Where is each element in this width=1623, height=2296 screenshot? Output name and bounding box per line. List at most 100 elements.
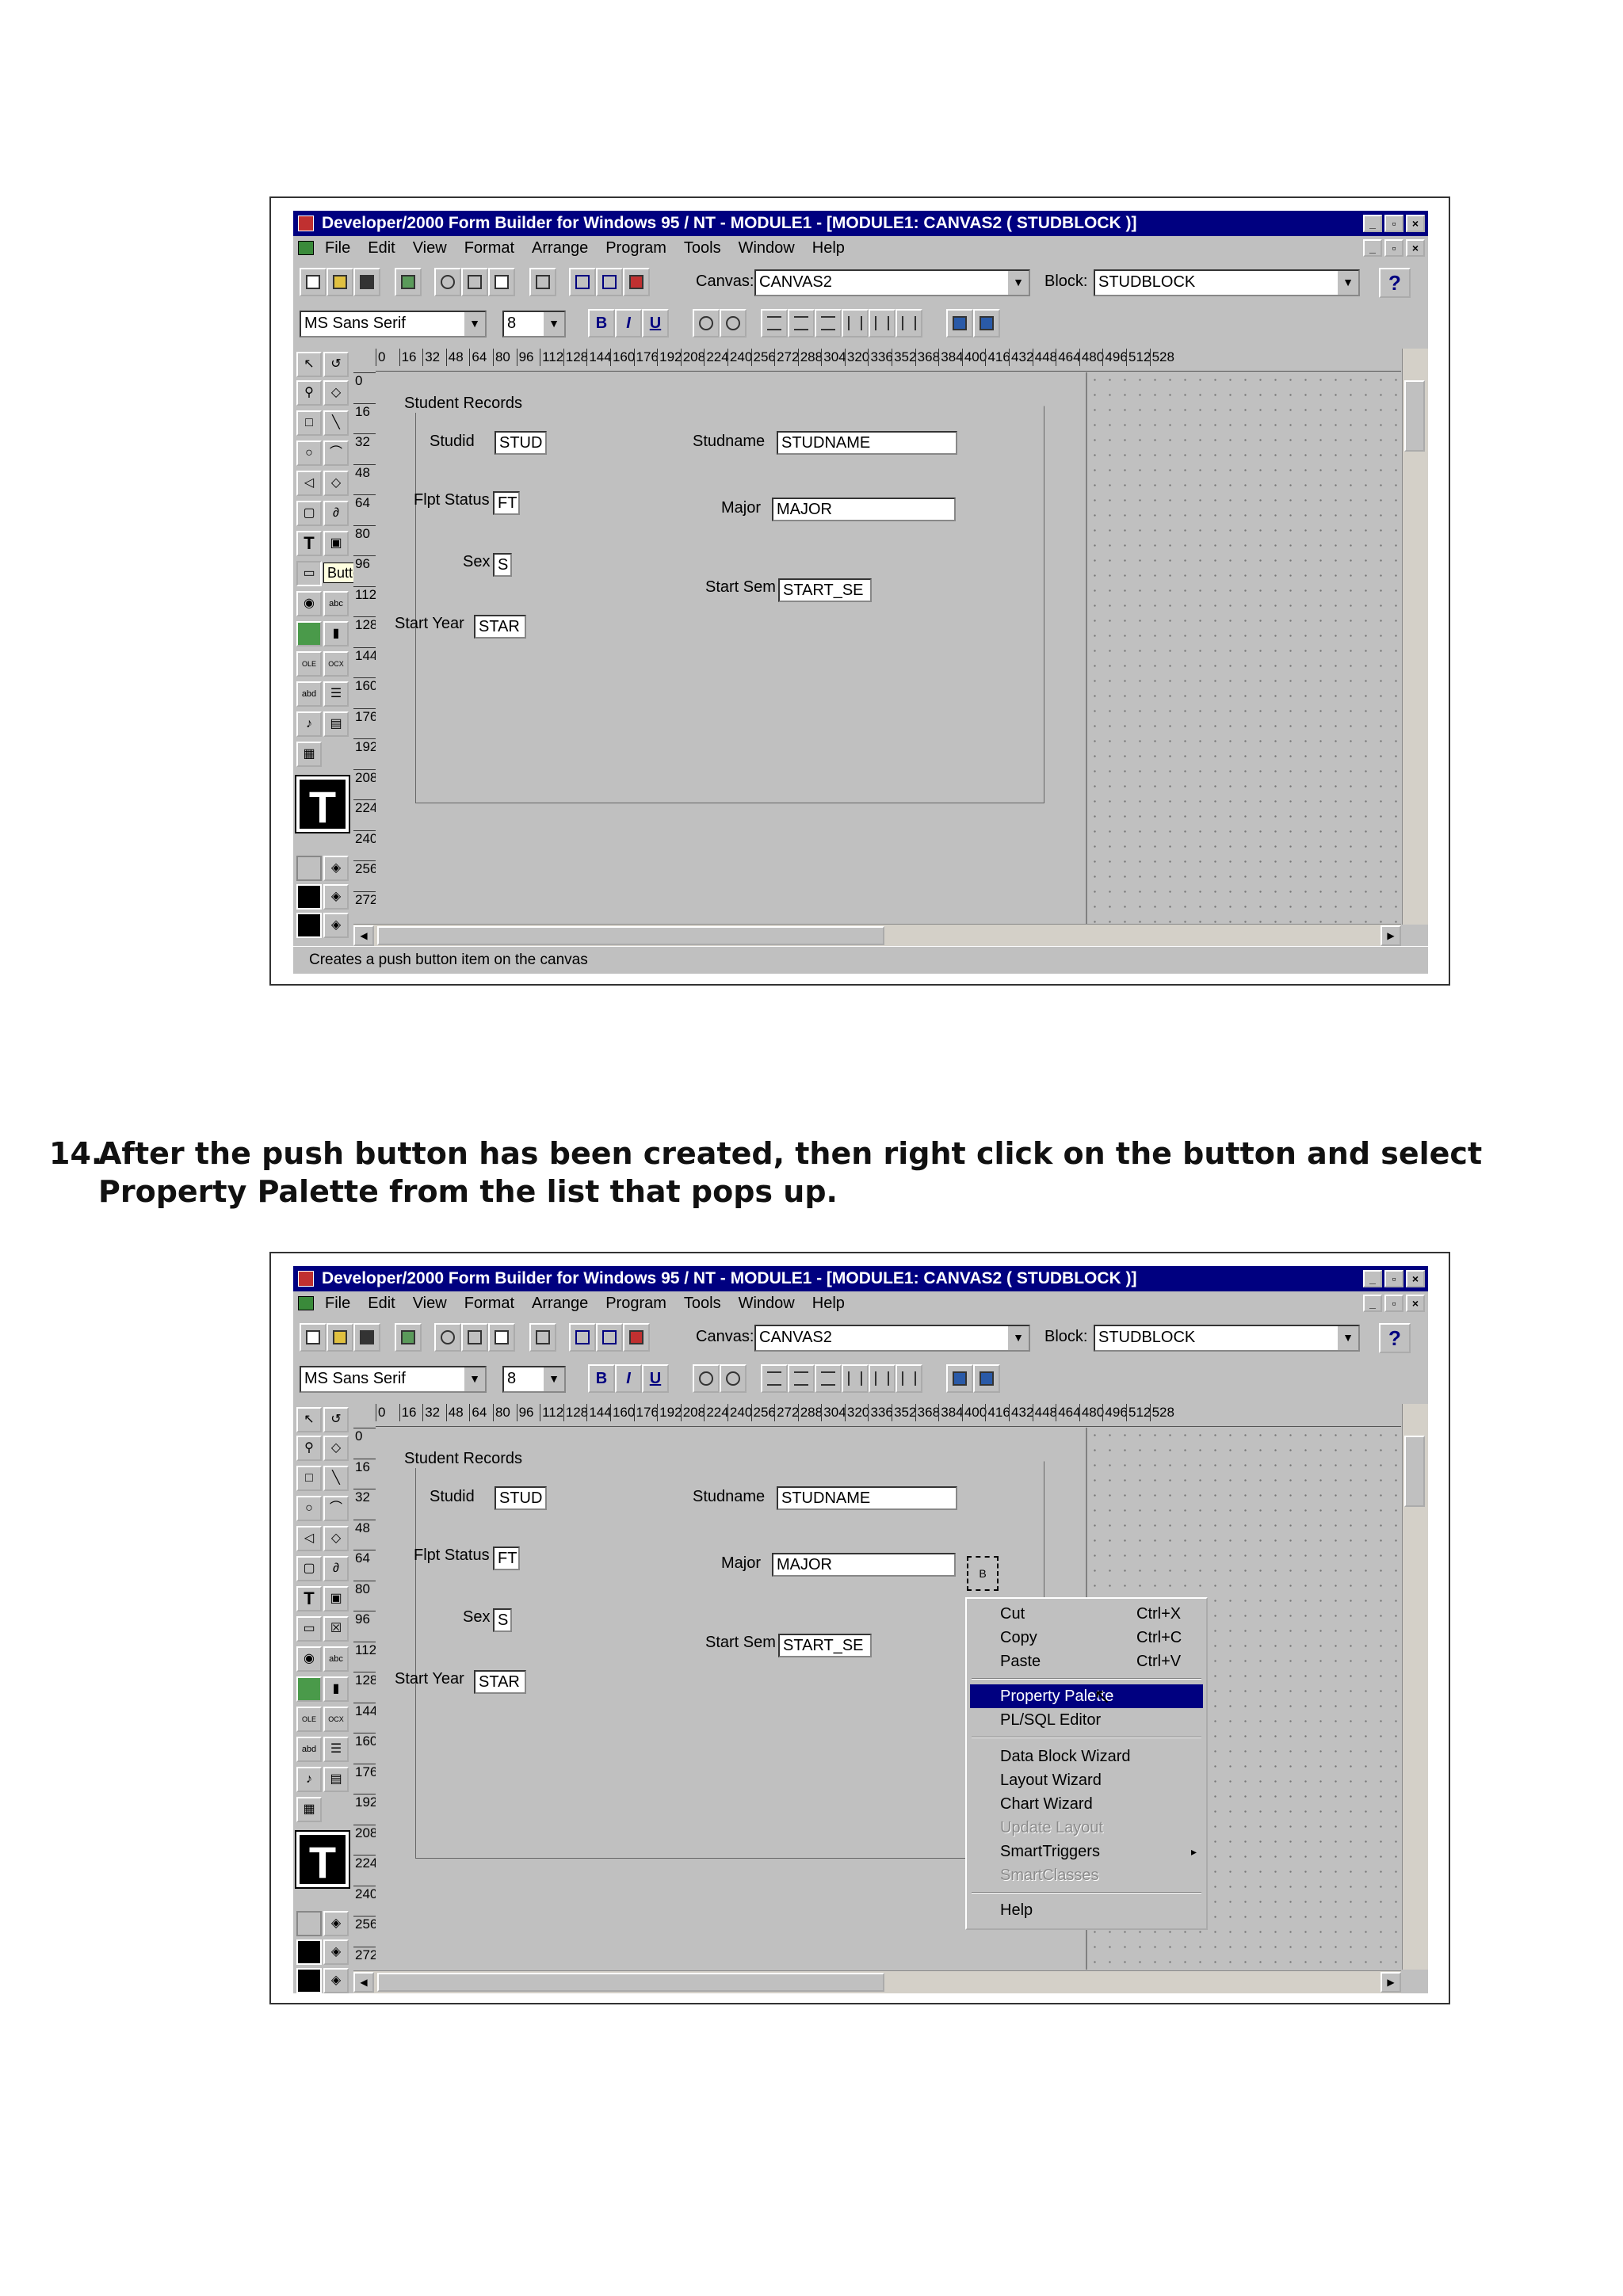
line-icon[interactable]: ╲ [323, 410, 349, 436]
ocx-tool-icon[interactable]: OCX [323, 651, 349, 677]
send-back-icon[interactable] [973, 309, 1000, 338]
bring-front-icon[interactable] [946, 309, 973, 338]
align-left-icon[interactable] [761, 1364, 788, 1393]
startsem-field[interactable]: START_SE [778, 578, 872, 602]
freehand-icon[interactable]: ∂ [323, 501, 349, 526]
menu-window[interactable]: Window [739, 236, 795, 260]
chevron-down-icon[interactable]: ▼ [1006, 271, 1029, 295]
sex-field[interactable]: S [493, 553, 512, 577]
open-icon[interactable] [327, 268, 353, 296]
bold-button[interactable]: B [588, 1364, 615, 1393]
scroll-right-icon[interactable]: ▶ [1381, 1972, 1401, 1993]
fill-color-icon[interactable]: ◈ [323, 856, 349, 881]
layout-canvas[interactable]: Student Records Studid STUD Studname STU… [376, 372, 1087, 925]
fpst-field[interactable]: FT [493, 491, 520, 515]
textitem-tool-icon[interactable]: abc [323, 591, 349, 616]
studname-field[interactable]: STUDNAME [777, 1486, 957, 1510]
ole-tool-icon[interactable]: OLE [296, 1707, 322, 1732]
menu-item-copy[interactable]: Copy Ctrl+C [970, 1626, 1203, 1650]
close-button[interactable]: × [1406, 215, 1425, 232]
align-right-icon[interactable] [815, 1364, 842, 1393]
cut-icon[interactable] [434, 268, 461, 296]
align-top-icon[interactable] [842, 309, 869, 338]
fill-color-icon[interactable]: ◈ [323, 1911, 349, 1936]
arc-icon[interactable]: ⌒ [323, 1496, 349, 1521]
studid-field[interactable]: STUD [495, 431, 547, 455]
list-tool-icon[interactable]: ☰ [323, 1737, 349, 1762]
close-button[interactable]: × [1406, 1270, 1425, 1287]
sound-tool-icon[interactable]: ♪ [296, 711, 322, 737]
paste-icon[interactable] [488, 268, 515, 296]
save-icon[interactable] [353, 268, 380, 296]
frame-tool-icon[interactable]: ▣ [323, 531, 349, 556]
new-icon[interactable] [300, 268, 327, 296]
menu-item-layout-wizard[interactable]: Layout Wizard [970, 1768, 1203, 1792]
align-bottom-icon[interactable] [896, 1364, 922, 1393]
scroll-right-icon[interactable]: ▶ [1381, 925, 1401, 946]
menu-help[interactable]: Help [812, 236, 845, 260]
menu-item-plsql-editor[interactable]: PL/SQL Editor [970, 1708, 1203, 1732]
stacked-canvas-icon[interactable]: ▦ [296, 742, 322, 767]
reshape-icon[interactable]: ◇ [323, 380, 349, 406]
zoom-in-icon[interactable] [693, 309, 720, 338]
minimize-button[interactable]: _ [1363, 215, 1382, 232]
menu-view[interactable]: View [413, 236, 447, 260]
ocx-tool-icon[interactable]: OCX [323, 1707, 349, 1732]
bold-button[interactable]: B [588, 309, 615, 338]
menu-item-help[interactable]: Help [970, 1898, 1203, 1922]
chart-icon[interactable] [623, 268, 650, 296]
horizontal-scroll-thumb[interactable] [377, 1973, 884, 1992]
help-icon[interactable]: ? [1379, 1323, 1411, 1353]
menu-format[interactable]: Format [464, 236, 514, 260]
menu-window[interactable]: Window [739, 1291, 795, 1315]
button-tool-icon[interactable]: ▭ [296, 1616, 322, 1642]
align-left-icon[interactable] [761, 309, 788, 338]
vertical-scrollbar[interactable] [1402, 1404, 1428, 1970]
studname-field[interactable]: STUDNAME [777, 431, 957, 455]
chevron-down-icon[interactable]: ▼ [542, 312, 564, 336]
block-select[interactable]: STUDBLOCK ▼ [1094, 269, 1360, 296]
menu-item-data-block-wizard[interactable]: Data Block Wizard [970, 1745, 1203, 1768]
chart-tool-icon[interactable]: ▮ [323, 621, 349, 646]
chart-icon[interactable] [623, 1323, 650, 1352]
freehand-icon[interactable]: ∂ [323, 1556, 349, 1581]
rotate-icon[interactable]: ↺ [323, 1407, 349, 1432]
frame-tool-icon[interactable]: ▣ [323, 1586, 349, 1611]
menu-tools[interactable]: Tools [684, 236, 721, 260]
horizontal-scroll-thumb[interactable] [377, 926, 884, 945]
magnify-icon[interactable]: ⚲ [296, 1436, 322, 1461]
menu-program[interactable]: Program [605, 1291, 666, 1315]
maximize-button[interactable]: ▫ [1384, 1270, 1403, 1287]
chevron-down-icon[interactable]: ▼ [463, 1367, 485, 1391]
magnify-icon[interactable]: ⚲ [296, 380, 322, 406]
maximize-button[interactable]: ▫ [1384, 215, 1403, 232]
line-color-icon[interactable]: ◈ [323, 1939, 349, 1965]
text-color-swatch[interactable] [296, 1968, 322, 1993]
wizard-icon[interactable] [596, 1323, 623, 1352]
chevron-down-icon[interactable]: ▼ [1336, 271, 1358, 295]
sex-field[interactable]: S [493, 1608, 512, 1632]
line-color-icon[interactable]: ◈ [323, 884, 349, 910]
menu-file[interactable]: File [325, 236, 350, 260]
run-icon[interactable] [395, 1323, 422, 1352]
student-records-frame[interactable] [415, 1461, 1044, 1859]
italic-button[interactable]: I [615, 1364, 642, 1393]
editor-icon[interactable] [569, 1323, 596, 1352]
reshape-icon[interactable]: ◇ [323, 1436, 349, 1461]
doc-minimize-button[interactable]: _ [1363, 1295, 1382, 1312]
rounded-rect-icon[interactable]: ▢ [296, 1556, 322, 1581]
select-icon[interactable]: ↖ [296, 1407, 322, 1432]
fill-color-swatch[interactable] [296, 1911, 322, 1936]
checkbox-tool-icon[interactable]: ☒ [323, 1616, 349, 1642]
studid-field[interactable]: STUD [495, 1486, 547, 1510]
menu-tools[interactable]: Tools [684, 1291, 721, 1315]
menu-item-cut[interactable]: Cut Ctrl+X [970, 1602, 1203, 1626]
doc-close-button[interactable]: × [1406, 239, 1425, 257]
chart-tool-icon[interactable]: ▮ [323, 1676, 349, 1702]
chevron-down-icon[interactable]: ▼ [1006, 1326, 1029, 1350]
line-icon[interactable]: ╲ [323, 1466, 349, 1491]
stacked-canvas-icon[interactable]: ▦ [296, 1797, 322, 1822]
vbx-tool-icon[interactable]: ▤ [323, 1767, 349, 1792]
major-field[interactable]: MAJOR [772, 498, 956, 521]
wizard-icon[interactable] [596, 268, 623, 296]
